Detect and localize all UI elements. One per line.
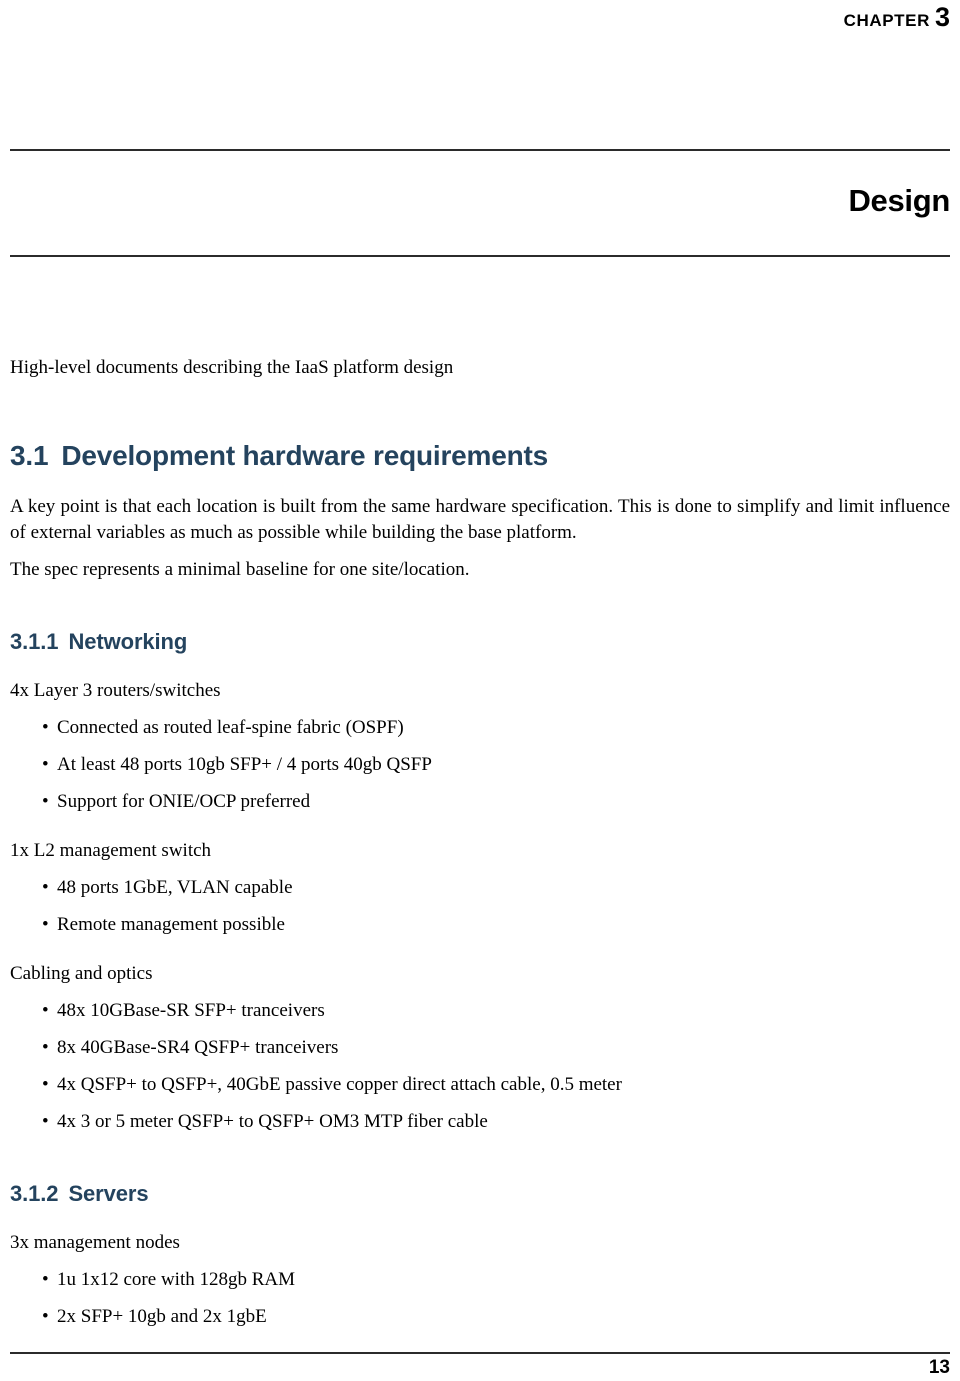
list-item: • Support for ONIE/OCP preferred xyxy=(10,789,950,815)
page-content: High-level documents describing the IaaS… xyxy=(10,355,950,1330)
list-item-label: 8x 40GBase-SR4 QSFP+ tranceivers xyxy=(57,1037,339,1058)
section-heading-3-1: 3.1 Development hardware requirements xyxy=(10,440,950,472)
running-header: CHAPTER 3 xyxy=(10,2,950,33)
list-item: • Connected as routed leaf-spine fabric (… xyxy=(10,715,950,741)
subsection-title: Servers xyxy=(68,1181,149,1206)
list-item-label: 4x 3 or 5 meter QSFP+ to QSFP+ OM3 MTP f… xyxy=(57,1111,488,1132)
subsection-number: 3.1.2 xyxy=(10,1181,59,1206)
list-item: • At least 48 ports 10gb SFP+ / 4 ports 4… xyxy=(10,752,950,778)
bullet-icon: • xyxy=(42,1000,49,1021)
list-item: • 48 ports 1GbE, VLAN capable xyxy=(10,875,950,901)
title-rule-bottom xyxy=(10,255,950,257)
bullet-icon: • xyxy=(42,791,49,812)
list-item-label: 48 ports 1GbE, VLAN capable xyxy=(57,877,293,898)
subsection-number: 3.1.1 xyxy=(10,629,59,654)
bullet-icon: • xyxy=(42,1111,49,1132)
bullet-icon: • xyxy=(42,1306,49,1327)
subsection-heading-3-1-1: 3.1.1 Networking xyxy=(10,629,950,655)
list-item: • 8x 40GBase-SR4 QSFP+ tranceivers xyxy=(10,1035,950,1061)
section-number: 3.1 xyxy=(10,440,49,471)
bullet-list: • Connected as routed leaf-spine fabric (… xyxy=(10,715,950,815)
page-number: 13 xyxy=(928,1357,950,1378)
title-rule-top xyxy=(10,149,950,151)
list-item-label: Remote management possible xyxy=(57,914,285,935)
intro-text: High-level documents describing the IaaS… xyxy=(10,357,454,378)
list-item: • Remote management possible xyxy=(10,912,950,938)
subsection-title: Networking xyxy=(68,629,188,654)
bullet-icon: • xyxy=(42,877,49,898)
bullet-icon: • xyxy=(42,1074,49,1095)
list-item: • 4x 3 or 5 meter QSFP+ to QSFP+ OM3 MTP … xyxy=(10,1109,950,1135)
footer-rule xyxy=(10,1352,950,1354)
subsection-heading-3-1-2: 3.1.2 Servers xyxy=(10,1181,950,1207)
section-paragraph-1: A key point is that each location is bui… xyxy=(10,496,950,543)
list-group-heading: 3x management nodes xyxy=(10,1232,180,1253)
list-group-heading: 1x L2 management switch xyxy=(10,840,212,861)
list-group-heading: Cabling and optics xyxy=(10,963,153,984)
chapter-label: CHAPTER xyxy=(843,11,930,30)
bullet-list: • 48 ports 1GbE, VLAN capable • Remote man… xyxy=(10,875,950,938)
list-item-label: 2x SFP+ 10gb and 2x 1gbE xyxy=(57,1306,267,1327)
list-item: • 2x SFP+ 10gb and 2x 1gbE xyxy=(10,1304,950,1330)
list-item: • 1u 1x12 core with 128gb RAM xyxy=(10,1267,950,1293)
list-item-label: 4x QSFP+ to QSFP+, 40GbE passive copper … xyxy=(57,1074,622,1095)
bullet-icon: • xyxy=(42,754,49,775)
list-item-label: 48x 10GBase-SR SFP+ tranceivers xyxy=(57,1000,325,1021)
document-page: CHAPTER 3 Design High-level documents des… xyxy=(0,0,960,1381)
section-paragraph-2: The spec represents a minimal baseline f… xyxy=(10,559,470,580)
bullet-icon: • xyxy=(42,717,49,738)
bullet-icon: • xyxy=(42,1269,49,1290)
list-item: • 4x QSFP+ to QSFP+, 40GbE passive copper… xyxy=(10,1072,950,1098)
list-item-label: At least 48 ports 10gb SFP+ / 4 ports 40… xyxy=(57,754,432,775)
bullet-icon: • xyxy=(42,1037,49,1058)
list-group-heading: 4x Layer 3 routers/switches xyxy=(10,680,221,701)
list-item-label: 1u 1x12 core with 128gb RAM xyxy=(57,1269,296,1290)
bullet-icon: • xyxy=(42,914,49,935)
list-item-label: Connected as routed leaf-spine fabric (O… xyxy=(57,717,404,738)
bullet-list: • 1u 1x12 core with 128gb RAM • 2x SFP+ 10… xyxy=(10,1267,950,1330)
list-item: • 48x 10GBase-SR SFP+ tranceivers xyxy=(10,998,950,1024)
chapter-number: 3 xyxy=(934,2,950,32)
bullet-list: • 48x 10GBase-SR SFP+ tranceivers • 8x 40G… xyxy=(10,998,950,1135)
list-item-label: Support for ONIE/OCP preferred xyxy=(57,791,311,812)
chapter-title: Design xyxy=(848,183,950,218)
section-title: Development hardware requirements xyxy=(61,440,548,471)
